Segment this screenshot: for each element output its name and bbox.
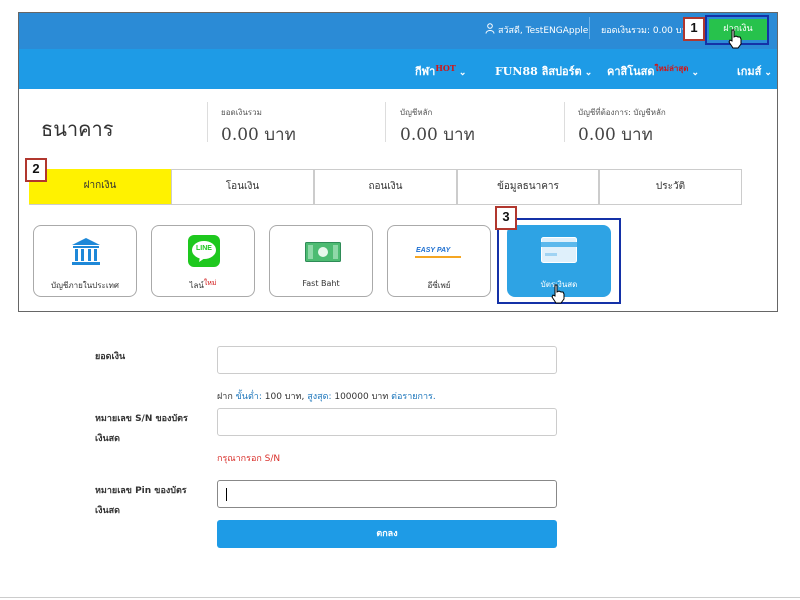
method-label: ไลน์ใหม่ [189,279,217,290]
pin-label: หมายเลข Pin ของบัตรเงินสด [95,486,187,516]
amount-label: ยอดเงิน [95,352,126,362]
bank-icon [70,236,102,270]
divider [0,597,800,598]
cursor-hand-icon [550,284,566,308]
nav-item-games[interactable]: เกมส์ ⌄ [737,62,772,80]
chevron-down-icon: ⌄ [764,68,772,78]
method-label: บัญชีภายในประเทศ [51,281,119,290]
user-icon [485,23,495,37]
screenshot-frame: สวัสดี, TestENGApple ยอดเงินรวม: 0.00 บา… [18,12,778,312]
line-icon: LINE [188,235,220,267]
text-cursor [226,488,227,501]
summary-label-preferred: บัญชีที่ต้องการ: บัญชีหลัก [578,108,666,117]
easypay-underline [415,256,461,258]
banknote-icon [305,242,341,264]
cash-card-icon [541,237,577,265]
divider [29,204,742,205]
step-badge-2: 2 [25,158,47,182]
divider [385,102,386,142]
amount-input[interactable] [217,346,557,374]
method-card-line[interactable]: LINE ไลน์ใหม่ [151,225,255,297]
main-nav: กีฬาHOT ⌄ FUN88 ลิสปอร์ต ⌄ คาสิโนสดใหม่ล่า… [19,49,777,89]
summary-label-main: บัญชีหลัก [400,108,433,117]
line-logo-text: LINE [196,245,212,252]
top-bar: สวัสดี, TestENGApple ยอดเงินรวม: 0.00 บา… [19,13,777,49]
summary-value-preferred: 0.00 บาท [578,125,653,145]
tab-history[interactable]: ประวัติ [599,169,742,205]
nav-item-fun88-sports[interactable]: FUN88 ลิสปอร์ต ⌄ [495,62,592,80]
pin-input[interactable] [217,480,557,508]
easypay-icon: EASY PAY [416,247,451,254]
sn-input[interactable] [217,408,557,436]
page-title: ธนาคาร [41,117,114,141]
nav-item-sports[interactable]: กีฬาHOT ⌄ [415,62,466,80]
method-card-easypay[interactable]: EASY PAY อีซี่เพย์ [387,225,491,297]
tab-deposit[interactable]: ฝากเงิน [29,169,171,205]
chevron-down-icon: ⌄ [584,68,593,78]
tab-bank-info[interactable]: ข้อมูลธนาคาร [457,169,599,205]
summary-value-total: 0.00 บาท [221,125,296,145]
greeting-text: สวัสดี, TestENGApple [498,26,589,36]
summary-value-main: 0.00 บาท [400,125,475,145]
summary-label-total: ยอดเงินรวม [221,108,262,117]
step-badge-3: 3 [495,206,517,230]
deposit-limit-hint: ฝาก ขั้นต่ำ: 100 บาท, สูงสุด: 100000 บาท… [217,392,436,402]
sn-label: หมายเลข S/N ของบัตรเงินสด [95,414,188,444]
bank-tabs: ฝากเงิน โอนเงิน ถอนเงิน ข้อมูลธนาคาร ประ… [29,169,742,205]
chevron-down-icon: ⌄ [691,68,700,78]
step-badge-1: 1 [683,17,705,41]
divider [564,102,565,142]
new-badge: ใหม่ [203,279,217,287]
sn-error-message: กรุณากรอก S/N [217,454,281,464]
chevron-down-icon: ⌄ [458,68,467,78]
tab-transfer[interactable]: โอนเงิน [171,169,314,205]
method-card-local-bank[interactable]: บัญชีภายในประเทศ [33,225,137,297]
divider [207,102,208,142]
bank-header: ธนาคาร ยอดเงินรวม 0.00 บาท บัญชีหลัก 0.0… [19,89,777,171]
total-balance: ยอดเงินรวม: 0.00 บาท [601,26,693,36]
method-card-fast-baht[interactable]: Fast Baht [269,225,373,297]
method-label: Fast Baht [302,279,340,288]
submit-button[interactable]: ตกลง [217,520,557,548]
nav-item-live-casino[interactable]: คาสิโนสดใหม่ล่าสุด ⌄ [607,62,699,80]
method-label: อีซี่เพย์ [427,281,451,290]
divider [589,17,590,39]
tab-withdraw[interactable]: ถอนเงิน [314,169,457,205]
